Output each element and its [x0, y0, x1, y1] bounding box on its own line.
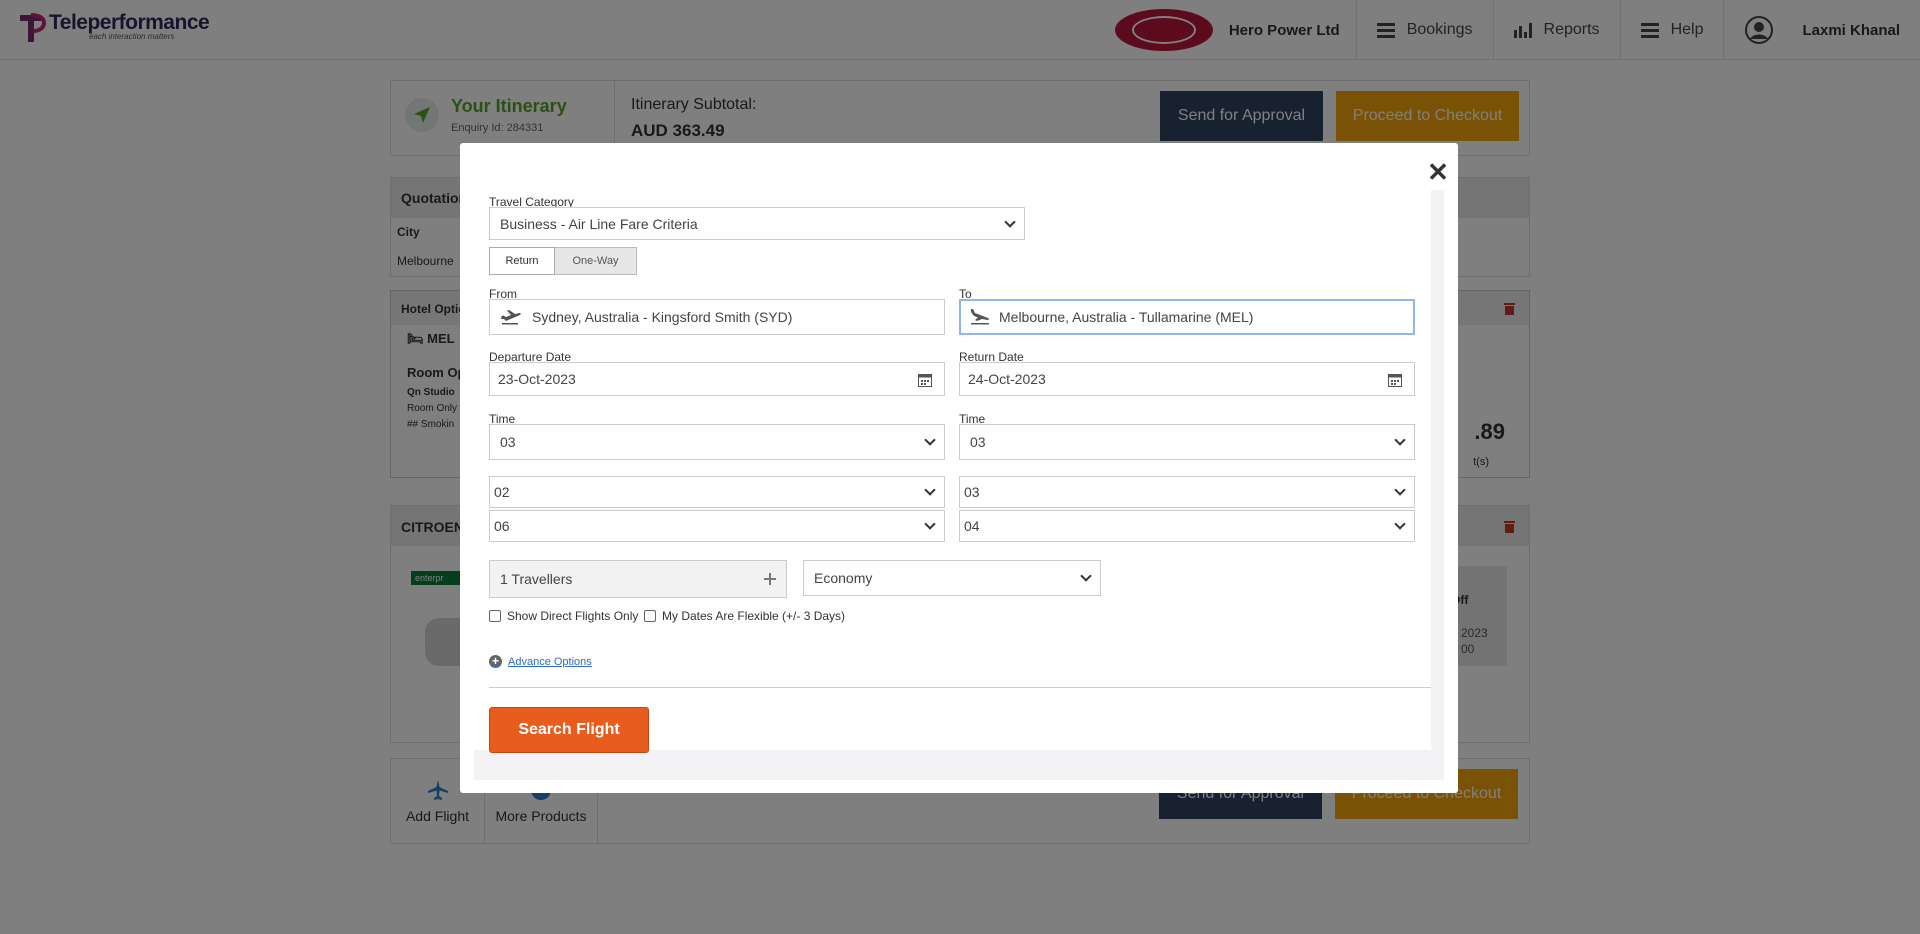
return-date-input[interactable]: 24-Oct-2023	[959, 362, 1415, 396]
direct-flights-option[interactable]: Show Direct Flights Only	[489, 609, 638, 623]
departure-time-value: 03	[500, 434, 516, 450]
return-time-select[interactable]: 03	[959, 424, 1415, 460]
plus-icon[interactable]	[764, 573, 776, 585]
cabin-class-select[interactable]: Economy	[803, 560, 1101, 596]
departure-select-3-value: 06	[494, 518, 510, 534]
direct-flights-checkbox[interactable]	[489, 610, 501, 622]
departure-select-2-value: 02	[494, 484, 510, 500]
advance-options-label: Advance Options	[508, 655, 592, 668]
departure-date-input[interactable]: 23-Oct-2023	[489, 362, 945, 396]
chevron-down-icon	[1394, 484, 1406, 496]
departure-select-3[interactable]: 06	[489, 510, 945, 542]
search-flight-button[interactable]: Search Flight	[489, 707, 649, 753]
chevron-down-icon	[924, 434, 936, 446]
flexible-dates-checkbox[interactable]	[644, 610, 656, 622]
chevron-down-icon	[924, 518, 936, 530]
calendar-icon[interactable]	[918, 373, 932, 387]
plane-takeoff-icon	[501, 310, 521, 325]
chevron-down-icon	[924, 484, 936, 496]
flexible-dates-option[interactable]: My Dates Are Flexible (+/- 3 Days)	[644, 609, 845, 623]
chevron-down-icon	[1394, 434, 1406, 446]
flight-search-form: Travel Category Business - Air Line Fare…	[474, 190, 1431, 753]
modal-body: Travel Category Business - Air Line Fare…	[474, 190, 1444, 780]
from-airport-input[interactable]: Sydney, Australia - Kingsford Smith (SYD…	[489, 299, 945, 335]
return-select-2[interactable]: 03	[959, 476, 1415, 508]
travellers-value: 1 Travellers	[500, 571, 573, 587]
tab-one-way[interactable]: One-Way	[555, 247, 637, 275]
close-icon[interactable]: ✕	[1426, 159, 1450, 185]
return-time-value: 03	[970, 434, 986, 450]
plane-landing-icon	[971, 309, 989, 325]
return-select-2-value: 03	[964, 484, 980, 500]
advance-options-link[interactable]: + Advance Options	[489, 655, 592, 668]
return-date-value: 24-Oct-2023	[968, 371, 1046, 387]
calendar-icon[interactable]	[1388, 373, 1402, 387]
return-select-3-value: 04	[964, 518, 980, 534]
plus-circle-icon: +	[489, 655, 502, 668]
travellers-selector[interactable]: 1 Travellers	[489, 560, 787, 598]
travel-category-value: Business - Air Line Fare Criteria	[500, 215, 698, 232]
departure-select-2[interactable]: 02	[489, 476, 945, 508]
from-airport-value: Sydney, Australia - Kingsford Smith (SYD…	[532, 309, 793, 325]
departure-time-select[interactable]: 03	[489, 424, 945, 460]
direct-flights-label: Show Direct Flights Only	[507, 609, 639, 623]
cabin-class-value: Economy	[814, 570, 873, 586]
chevron-down-icon	[1394, 518, 1406, 530]
departure-date-value: 23-Oct-2023	[498, 371, 576, 387]
chevron-down-icon	[1080, 570, 1092, 582]
flexible-dates-label: My Dates Are Flexible (+/- 3 Days)	[662, 609, 846, 623]
trip-type-toggle: Return One-Way	[489, 247, 637, 275]
flight-search-modal: ✕ Travel Category Business - Air Line Fa…	[460, 143, 1458, 793]
return-select-3[interactable]: 04	[959, 510, 1415, 542]
chevron-down-icon	[1004, 215, 1016, 228]
tab-return[interactable]: Return	[489, 247, 555, 275]
form-divider	[489, 687, 1431, 688]
travel-category-select[interactable]: Business - Air Line Fare Criteria	[489, 207, 1025, 240]
to-airport-value: Melbourne, Australia - Tullamarine (MEL)	[999, 309, 1254, 325]
to-airport-input[interactable]: Melbourne, Australia - Tullamarine (MEL)	[959, 299, 1415, 335]
